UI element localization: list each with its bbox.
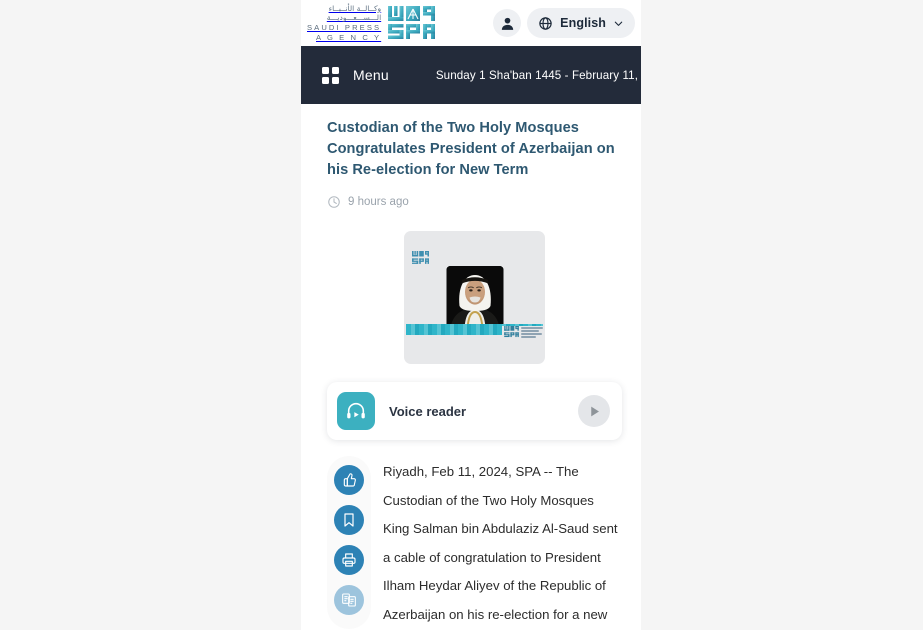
current-date: Sunday 1 Sha'ban 1445 - February 11, 202… <box>435 68 641 82</box>
grid-menu-icon[interactable] <box>322 66 339 84</box>
band-line <box>521 326 543 329</box>
voice-reader-play-button[interactable] <box>578 395 610 427</box>
bookmark-icon <box>344 513 354 527</box>
voice-reader-card[interactable]: Voice reader <box>327 382 622 440</box>
globe-icon <box>539 16 552 30</box>
article-body-text: Riyadh, Feb 11, 2024, SPA -- The Custodi… <box>383 464 618 622</box>
user-account-button[interactable] <box>493 9 522 37</box>
article-meta: 9 hours ago <box>327 195 622 209</box>
brand-english-line-1: SAUDI PRESS <box>307 22 382 32</box>
chevron-down-icon <box>614 21 623 26</box>
portrait-illustration-icon <box>446 266 503 328</box>
clock-icon <box>328 196 340 208</box>
article-figure-wrap <box>327 231 622 364</box>
page-shell: وكــالــة الأنــبــاء الـــســـعـــوديــ… <box>301 0 641 630</box>
user-account-icon <box>501 17 513 30</box>
band-line <box>521 332 542 335</box>
portrait-photo <box>446 266 503 328</box>
translate-icon <box>342 593 356 607</box>
article: Custodian of the Two Holy Mosques Congra… <box>301 104 641 630</box>
article-body-row: Riyadh, Feb 11, 2024, SPA -- The Custodi… <box>327 456 622 630</box>
spa-watermark-icon <box>412 251 429 264</box>
grid-cell <box>332 76 339 84</box>
site-header: وكــالــة الأنــبــاء الـــســـعـــوديــ… <box>301 0 641 46</box>
voice-reader-label: Voice reader <box>389 403 467 419</box>
band-line <box>521 329 539 332</box>
brand-arabic-line-1: وكــالــة الأنــبــاء <box>328 3 382 13</box>
article-action-rail <box>327 456 371 629</box>
print-button[interactable] <box>334 545 364 575</box>
grid-cell <box>332 66 339 74</box>
spa-band-logo <box>502 326 543 338</box>
language-label: English <box>560 16 606 30</box>
article-timestamp: 9 hours ago <box>348 196 409 208</box>
printer-icon <box>342 553 356 567</box>
spa-band-arabic-lines <box>521 326 543 338</box>
translate-button[interactable] <box>334 585 364 615</box>
article-headline: Custodian of the Two Holy Mosques Congra… <box>327 120 615 178</box>
brand-wordmark: وكــالــة الأنــبــاء الـــســـعـــوديــ… <box>307 5 381 41</box>
grid-cell <box>322 76 329 84</box>
headphones-icon <box>347 402 365 419</box>
headphones-play-icon[interactable] <box>337 392 375 430</box>
language-selector[interactable]: English <box>527 8 635 38</box>
brand-english-line-2: A G E N C Y <box>316 32 382 42</box>
bookmark-button[interactable] <box>334 505 364 535</box>
grid-cell <box>322 66 329 74</box>
play-icon <box>590 406 599 416</box>
spa-block-logo-icon <box>388 6 436 39</box>
like-button[interactable] <box>334 465 364 495</box>
site-logo[interactable]: وكــالــة الأنــبــاء الـــســـعـــوديــ… <box>307 5 441 41</box>
menu-button-label[interactable]: Menu <box>353 67 389 83</box>
article-image <box>404 231 545 364</box>
brand-arabic-line-2: الـــســـعـــوديـــة <box>326 13 382 23</box>
menu-bar: Menu Sunday 1 Sha'ban 1445 - February 11… <box>301 46 641 104</box>
thumbs-up-icon <box>343 473 356 487</box>
spa-band-logo-icon <box>504 326 519 338</box>
band-line <box>521 335 536 338</box>
